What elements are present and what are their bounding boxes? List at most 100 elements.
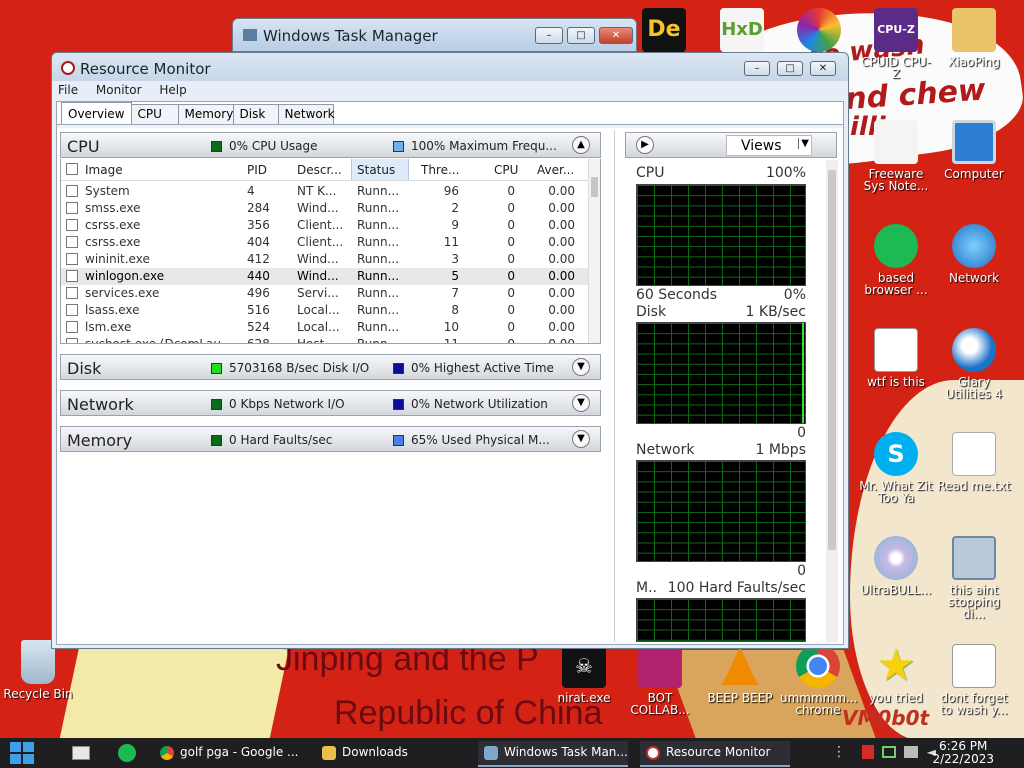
monitor-icon[interactable] bbox=[904, 746, 918, 758]
chevron-down-icon[interactable]: ▼ bbox=[572, 358, 590, 376]
memory-graph bbox=[636, 598, 806, 642]
col-status[interactable]: Status bbox=[351, 159, 409, 180]
memory-section-header[interactable]: Memory 0 Hard Faults/sec 65% Used Physic… bbox=[60, 426, 601, 452]
row-checkbox[interactable] bbox=[66, 304, 78, 316]
table-row[interactable]: lsm.exe 524 Local... Runn... 10 0 0.00 bbox=[61, 319, 588, 336]
taskbar-item-chrome[interactable]: golf pga - Google ... bbox=[154, 741, 304, 767]
chevron-right-icon[interactable]: ▶ bbox=[636, 136, 654, 154]
row-checkbox[interactable] bbox=[66, 236, 78, 248]
row-checkbox[interactable] bbox=[66, 338, 78, 343]
desktop-icon-glary[interactable]: Glary Utilities 4 bbox=[936, 328, 1012, 400]
desktop-icon-freeware[interactable]: Freeware Sys Note... bbox=[858, 120, 934, 192]
desktop-icon-based-browser[interactable]: based browser ... bbox=[858, 224, 934, 296]
col-image[interactable]: Image bbox=[85, 163, 123, 177]
row-checkbox[interactable] bbox=[66, 219, 78, 231]
row-checkbox[interactable] bbox=[66, 202, 78, 214]
pane-splitter[interactable] bbox=[614, 130, 615, 642]
desktop-icon-orb[interactable] bbox=[781, 8, 857, 56]
select-all-checkbox[interactable] bbox=[66, 163, 78, 175]
desktop-icon-hxd[interactable]: HxD bbox=[704, 8, 780, 56]
col-description[interactable]: Descr... bbox=[297, 163, 342, 177]
task-manager-maximize-button[interactable]: □ bbox=[567, 27, 595, 44]
desktop-icon-chrome[interactable]: ummmmm... chrome bbox=[780, 644, 858, 716]
taskbar-item-label: Resource Monitor bbox=[666, 745, 771, 759]
row-checkbox[interactable] bbox=[66, 270, 78, 282]
maximize-button[interactable]: □ bbox=[777, 61, 803, 76]
cell-average-cpu: 0.00 bbox=[548, 218, 575, 232]
desktop-icon-ultrabull[interactable]: UltraBULL... bbox=[858, 536, 934, 596]
close-button[interactable]: ✕ bbox=[810, 61, 836, 76]
row-checkbox[interactable] bbox=[66, 253, 78, 265]
desktop-icon-network[interactable]: Network bbox=[936, 224, 1012, 284]
desktop-icon-readme[interactable]: Read me.txt bbox=[936, 432, 1012, 492]
cpu-grid-scrollbar[interactable] bbox=[588, 159, 600, 343]
tab-overview[interactable]: Overview bbox=[61, 102, 132, 124]
desktop-icon-recycle-bin[interactable]: Recycle Bin bbox=[0, 640, 76, 700]
taskbar-item-resource-monitor[interactable]: Resource Monitor bbox=[640, 741, 790, 767]
resource-monitor-titlebar[interactable]: Resource Monitor – □ ✕ bbox=[52, 53, 848, 81]
table-row[interactable]: wininit.exe 412 Wind... Runn... 3 0 0.00 bbox=[61, 251, 588, 268]
cpu-section-header[interactable]: CPU 0% CPU Usage 100% Maximum Frequ... ▲ bbox=[60, 132, 601, 158]
col-threads[interactable]: Thre... bbox=[421, 163, 459, 177]
col-average-cpu[interactable]: Aver... bbox=[537, 163, 574, 177]
menu-monitor[interactable]: Monitor bbox=[96, 83, 142, 97]
tab-cpu[interactable]: CPU bbox=[130, 104, 179, 124]
desktop-icon-this-aint[interactable]: this aint stopping di... bbox=[936, 536, 1012, 620]
row-checkbox[interactable] bbox=[66, 185, 78, 197]
desktop-icon-label: Computer bbox=[944, 167, 1004, 181]
taskbar-item-task-manager[interactable]: Windows Task Man... bbox=[478, 741, 628, 767]
desktop-icon-wtf[interactable]: wtf is this bbox=[858, 328, 934, 388]
table-row[interactable]: System 4 NT K... Runn... 96 0 0.00 bbox=[61, 183, 588, 200]
chevron-down-icon[interactable]: ▼ bbox=[572, 394, 590, 412]
tab-network[interactable]: Network bbox=[277, 104, 335, 124]
more-options-icon[interactable]: ⋮ bbox=[832, 744, 846, 760]
cell-cpu: 0 bbox=[507, 303, 515, 317]
table-row[interactable]: services.exe 496 Servi... Runn... 7 0 0.00 bbox=[61, 285, 588, 302]
desktop-icon-computer[interactable]: Computer bbox=[936, 120, 1012, 180]
desktop-icon-bot-collab[interactable]: BOT COLLAB... bbox=[622, 644, 698, 716]
green-app-taskbar-icon[interactable] bbox=[118, 744, 136, 762]
desktop-icon-you-tried[interactable]: ★ you tried bbox=[858, 644, 934, 705]
table-row[interactable]: lsass.exe 516 Local... Runn... 8 0 0.00 bbox=[61, 302, 588, 319]
desktop-icon-dont-forget[interactable]: dont forget to wash y... bbox=[936, 644, 1012, 716]
taskbar-item-downloads[interactable]: Downloads bbox=[316, 741, 466, 767]
minimize-button[interactable]: – bbox=[744, 61, 770, 76]
disk-section-header[interactable]: Disk 5703168 B/sec Disk I/O 0% Highest A… bbox=[60, 354, 601, 380]
desktop-icon-xiaoping[interactable]: XiaoPing bbox=[936, 8, 1012, 68]
tab-memory[interactable]: Memory bbox=[177, 104, 234, 124]
col-pid[interactable]: PID bbox=[247, 163, 267, 177]
table-row[interactable]: winlogon.exe 440 Wind... Runn... 5 0 0.00 bbox=[61, 268, 588, 285]
start-button[interactable] bbox=[10, 742, 34, 764]
tab-disk[interactable]: Disk bbox=[232, 104, 279, 124]
menu-file[interactable]: File bbox=[58, 83, 78, 97]
network-section-header[interactable]: Network 0 Kbps Network I/O 0% Network Ut… bbox=[60, 390, 601, 416]
network-status-icon[interactable] bbox=[882, 746, 896, 758]
chevron-up-icon[interactable]: ▲ bbox=[572, 136, 590, 154]
task-manager-close-button[interactable]: ✕ bbox=[599, 27, 633, 44]
chevron-down-icon[interactable]: ▼ bbox=[572, 430, 590, 448]
row-checkbox[interactable] bbox=[66, 321, 78, 333]
graph-pane-scrollbar[interactable] bbox=[826, 160, 838, 642]
table-row[interactable]: csrss.exe 356 Client... Runn... 9 0 0.00 bbox=[61, 217, 588, 234]
desktop-icon-de[interactable]: De bbox=[626, 8, 702, 56]
row-checkbox[interactable] bbox=[66, 287, 78, 299]
views-dropdown[interactable]: Views ▼ bbox=[726, 135, 812, 156]
show-desktop-icon[interactable] bbox=[72, 746, 90, 760]
cell-pid: 284 bbox=[247, 201, 270, 215]
desktop-icon-beep-beep[interactable]: BEEP BEEP bbox=[702, 644, 778, 704]
col-cpu[interactable]: CPU bbox=[494, 163, 518, 177]
desktop-icon-skype[interactable]: S Mr. What Zit Too Ya bbox=[858, 432, 934, 504]
table-row[interactable]: csrss.exe 404 Client... Runn... 11 0 0.00 bbox=[61, 234, 588, 251]
clock[interactable]: 6:26 PM 2/22/2023 bbox=[932, 740, 994, 766]
scrollbar-thumb[interactable] bbox=[591, 177, 598, 197]
desktop-icon-cpuz[interactable]: CPU-Z CPUID CPU-Z bbox=[858, 8, 934, 80]
table-row[interactable]: svchost.exe (DcomLau... 628 Host... Runn...… bbox=[61, 336, 588, 343]
hard-faults-label: 0 Hard Faults/sec bbox=[229, 433, 333, 447]
task-manager-window[interactable]: Windows Task Manager – □ ✕ bbox=[232, 18, 637, 52]
table-row[interactable]: smss.exe 284 Wind... Runn... 2 0 0.00 bbox=[61, 200, 588, 217]
desktop-icon-nirat[interactable]: ☠ nirat.exe bbox=[546, 644, 622, 704]
flag-icon[interactable] bbox=[862, 745, 874, 759]
task-manager-minimize-button[interactable]: – bbox=[535, 27, 563, 44]
menu-help[interactable]: Help bbox=[159, 83, 186, 97]
scrollbar-thumb[interactable] bbox=[828, 170, 836, 550]
